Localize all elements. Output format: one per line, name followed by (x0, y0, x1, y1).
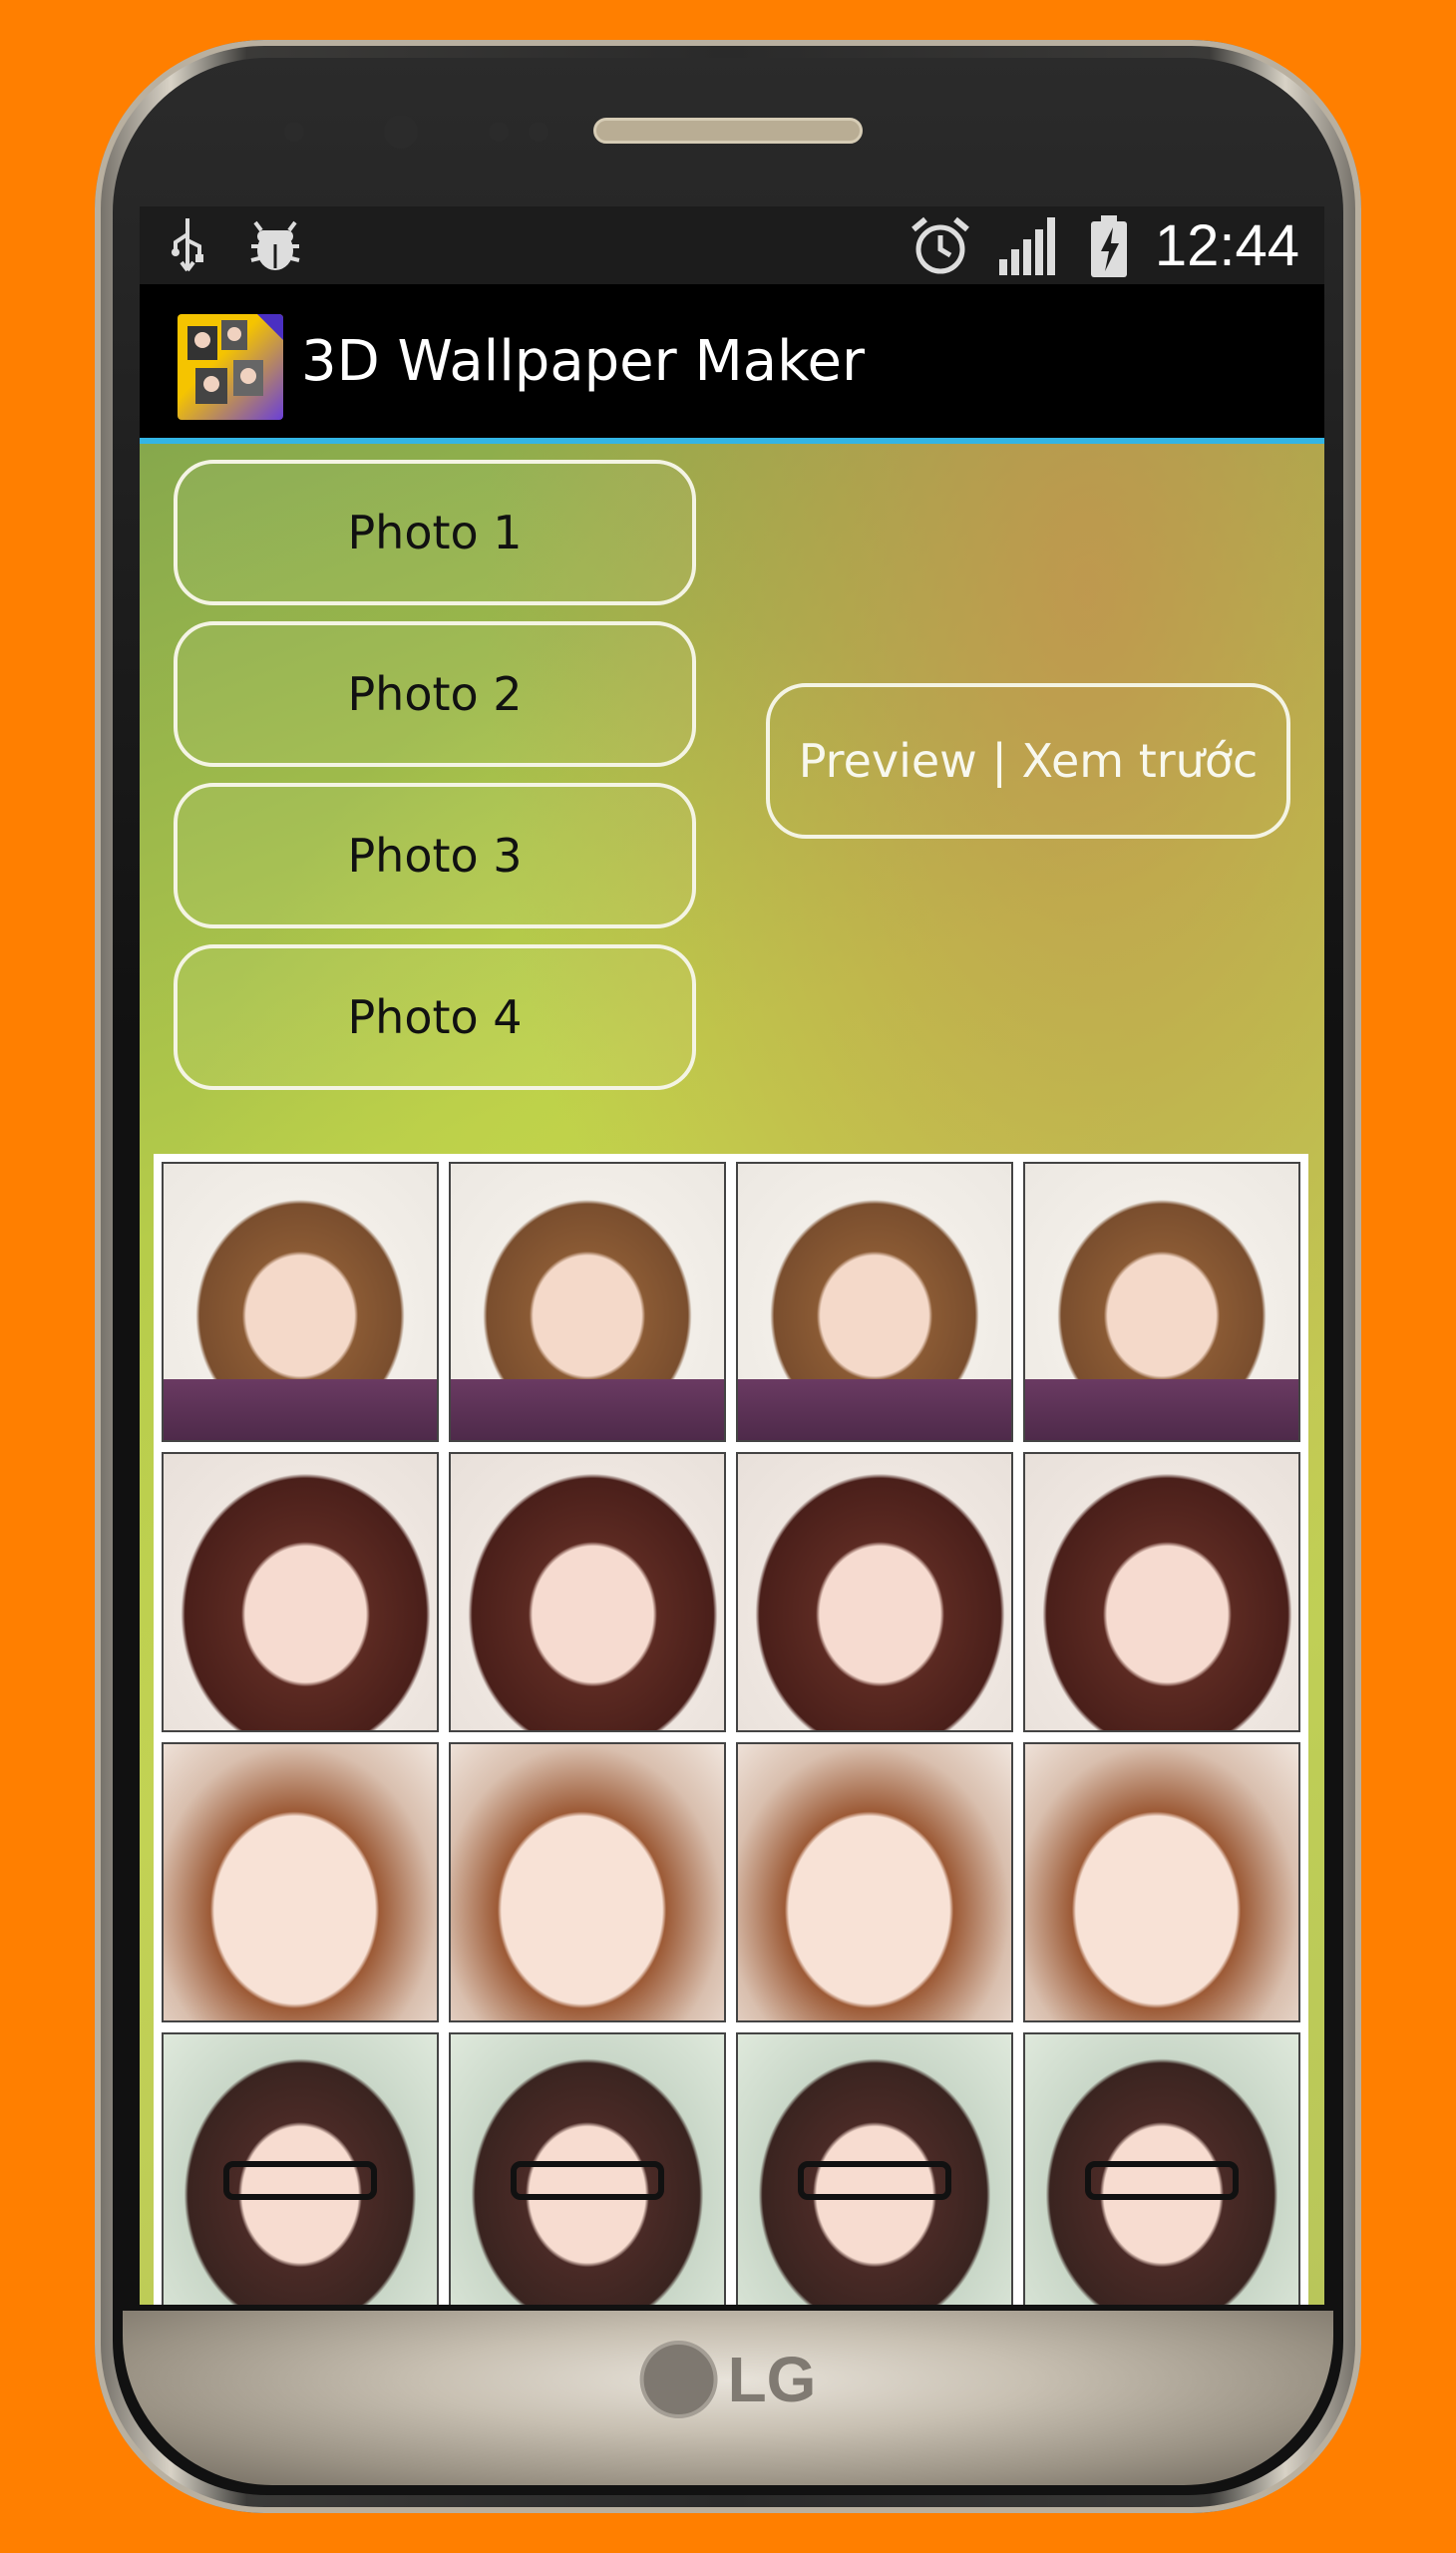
photo-thumbnail[interactable] (1023, 1162, 1300, 1442)
status-time: 12:44 (1154, 213, 1299, 278)
thumbnail-shirt (164, 1379, 437, 1440)
photo-thumbnail[interactable] (162, 1742, 439, 2022)
main-content: Photo 1 Photo 2 Photo 3 Photo 4 Preview … (140, 444, 1324, 2305)
photo-thumbnail[interactable] (1023, 2032, 1300, 2305)
photo-4-label: Photo 4 (347, 990, 523, 1044)
sensor-icon (529, 122, 548, 142)
earpiece (593, 118, 863, 144)
front-camera-icon (384, 115, 418, 149)
app-icon[interactable] (178, 314, 283, 420)
thumbnail-shirt (451, 1379, 724, 1440)
photo-thumbnail[interactable] (1023, 1742, 1300, 2022)
battery-charging-icon (1090, 214, 1127, 277)
photo-thumbnail[interactable] (736, 1742, 1013, 2022)
signal-icon (998, 216, 1055, 275)
glasses-shape (223, 2161, 377, 2201)
photo-4-button[interactable]: Photo 4 (174, 944, 696, 1090)
photo-2-label: Photo 2 (347, 667, 523, 721)
app-collage-icon (187, 314, 283, 404)
status-left (170, 216, 305, 272)
photo-thumbnail[interactable] (449, 1742, 726, 2022)
photo-3-button[interactable]: Photo 3 (174, 783, 696, 928)
usb-icon (172, 218, 203, 272)
glasses-shape (511, 2161, 664, 2201)
debug-bug-icon (250, 220, 300, 270)
brand-label: LG (727, 2344, 817, 2415)
photo-thumbnail[interactable] (449, 1162, 726, 1442)
photo-thumbnail[interactable] (162, 1162, 439, 1442)
sensor-icon (489, 122, 509, 142)
sensor-icon (284, 122, 304, 142)
photo-thumbnail[interactable] (736, 1452, 1013, 1732)
thumbnail-shirt (1025, 1379, 1298, 1440)
lg-circle-icon (639, 2341, 718, 2418)
photo-thumbnail[interactable] (736, 2032, 1013, 2305)
status-right: 12:44 (910, 212, 1299, 279)
photo-thumbnail[interactable] (1023, 1452, 1300, 1732)
preview-label: Preview | Xem trước (798, 734, 1259, 788)
photo-thumbnail[interactable] (736, 1162, 1013, 1442)
alarm-clock-icon (910, 216, 969, 273)
photo-thumbnail[interactable] (449, 2032, 726, 2305)
screen: 12:44 3D Wallpaper Maker Photo 1 Photo 2 (140, 206, 1324, 2305)
brand-logo: LG (639, 2341, 817, 2418)
glasses-shape (1085, 2161, 1239, 2201)
glasses-shape (798, 2161, 951, 2201)
preview-button[interactable]: Preview | Xem trước (766, 683, 1290, 839)
app-title: 3D Wallpaper Maker (301, 329, 866, 394)
action-bar: 3D Wallpaper Maker (140, 284, 1324, 444)
photo-grid (154, 1154, 1308, 2305)
photo-thumbnail[interactable] (449, 1452, 726, 1732)
photo-2-button[interactable]: Photo 2 (174, 621, 696, 767)
thumbnail-shirt (738, 1379, 1011, 1440)
photo-1-label: Photo 1 (347, 506, 523, 559)
photo-1-button[interactable]: Photo 1 (174, 460, 696, 605)
photo-3-label: Photo 3 (347, 829, 523, 883)
phone-chin: LG (123, 2311, 1333, 2485)
status-bar: 12:44 (140, 206, 1324, 284)
photo-thumbnail[interactable] (162, 1452, 439, 1732)
photo-thumbnail[interactable] (162, 2032, 439, 2305)
